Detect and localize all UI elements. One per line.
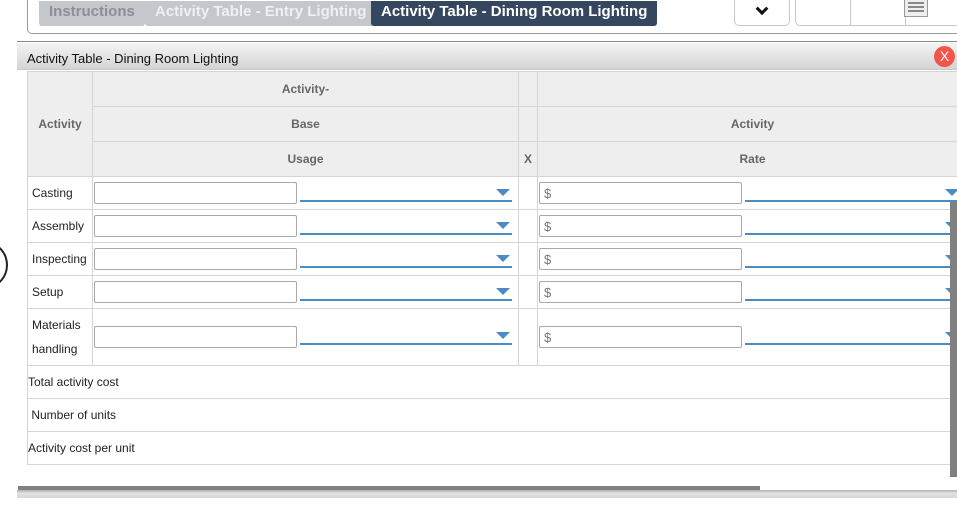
header-multiply: X: [518, 141, 538, 177]
collapse-button[interactable]: [734, 0, 790, 26]
usage-unit-dropdown-casting[interactable]: [300, 188, 512, 202]
table-row: Materials handling: [27, 308, 957, 366]
rate-unit-dropdown-inspecting[interactable]: [745, 254, 957, 268]
dialog-header: Activity Table - Dining Room Lighting X: [17, 43, 957, 70]
dropdown-arrow-icon: [496, 255, 510, 262]
usage-unit-dropdown-setup[interactable]: [300, 287, 512, 301]
hamburger-menu-icon[interactable]: [904, 0, 928, 17]
row-label-assembly: Assembly: [27, 209, 93, 243]
tab-bar: Instructions Activity Table - Entry Ligh…: [27, 0, 957, 34]
activity-table: Activity Activity- Base Activity Usage X…: [27, 71, 957, 465]
horizontal-scroll-track: [17, 490, 957, 498]
dropdown-arrow-icon: [496, 222, 510, 229]
usage-input-inspecting[interactable]: [94, 248, 297, 270]
tab-entry-lighting[interactable]: Activity Table - Entry Lighting: [145, 1, 377, 26]
header-rate-line2: Activity: [537, 106, 957, 142]
dropdown-arrow-icon: [496, 332, 510, 339]
side-nav-circle: [0, 243, 8, 287]
row-label-casting: Casting: [27, 176, 93, 210]
dropdown-arrow-icon: [496, 288, 510, 295]
tab-dining-room-lighting[interactable]: Activity Table - Dining Room Lighting: [371, 1, 658, 26]
rate-input-assembly[interactable]: [539, 215, 742, 237]
tab-instructions[interactable]: Instructions: [39, 1, 145, 26]
chevron-down-icon: [755, 1, 769, 15]
divider: [17, 41, 957, 42]
header-rate-line1: [537, 71, 957, 107]
usage-unit-dropdown-inspecting[interactable]: [300, 254, 512, 268]
table-row: Casting: [27, 176, 957, 210]
rate-unit-dropdown-assembly[interactable]: [745, 221, 957, 235]
usage-input-setup[interactable]: [94, 281, 297, 303]
table-row: Assembly: [27, 209, 957, 243]
close-icon[interactable]: X: [934, 46, 955, 67]
summary-row-total-activity-cost: Total activity cost: [27, 365, 957, 399]
rate-unit-dropdown-materials-handling[interactable]: [745, 331, 957, 345]
rate-input-materials-handling[interactable]: [539, 326, 742, 348]
table-row: Setup: [27, 275, 957, 309]
rate-unit-dropdown-setup[interactable]: [745, 287, 957, 301]
summary-row-activity-cost-per-unit: Activity cost per unit: [27, 431, 957, 465]
row-label-setup: Setup: [27, 275, 93, 309]
dropdown-arrow-icon: [945, 189, 957, 196]
usage-input-materials-handling[interactable]: [94, 326, 297, 348]
dropdown-arrow-icon: [496, 189, 510, 196]
usage-input-assembly[interactable]: [94, 215, 297, 237]
rate-input-inspecting[interactable]: [539, 248, 742, 270]
header-x-mid: [518, 106, 538, 142]
total-activity-cost-label: Total activity cost: [27, 365, 957, 399]
usage-input-casting[interactable]: [94, 182, 297, 204]
rate-input-setup[interactable]: [539, 281, 742, 303]
summary-row-number-of-units: Number of units: [27, 398, 957, 432]
rate-unit-dropdown-casting[interactable]: [745, 188, 957, 202]
vertical-scrollbar[interactable]: [950, 202, 957, 477]
number-of-units-label: Number of units: [27, 398, 957, 432]
table-row: Inspecting: [27, 242, 957, 276]
header-base-line3: Usage: [92, 141, 519, 177]
horizontal-scrollbar[interactable]: [18, 486, 760, 490]
header-base-line1: Activity-: [92, 71, 519, 107]
dialog-title: Activity Table - Dining Room Lighting: [27, 51, 239, 66]
header-activity: Activity: [27, 71, 93, 177]
activity-cost-per-unit-label: Activity cost per unit: [27, 431, 957, 465]
header-base-line2: Base: [92, 106, 519, 142]
header-rate-line3: Rate: [537, 141, 957, 177]
header-x-top: [518, 71, 538, 107]
row-label-inspecting: Inspecting: [27, 242, 93, 276]
row-label-materials-handling: Materials handling: [27, 308, 93, 366]
usage-unit-dropdown-materials-handling[interactable]: [300, 331, 512, 345]
toolbar-button-group: [795, 0, 957, 26]
usage-unit-dropdown-assembly[interactable]: [300, 221, 512, 235]
rate-input-casting[interactable]: [539, 182, 742, 204]
